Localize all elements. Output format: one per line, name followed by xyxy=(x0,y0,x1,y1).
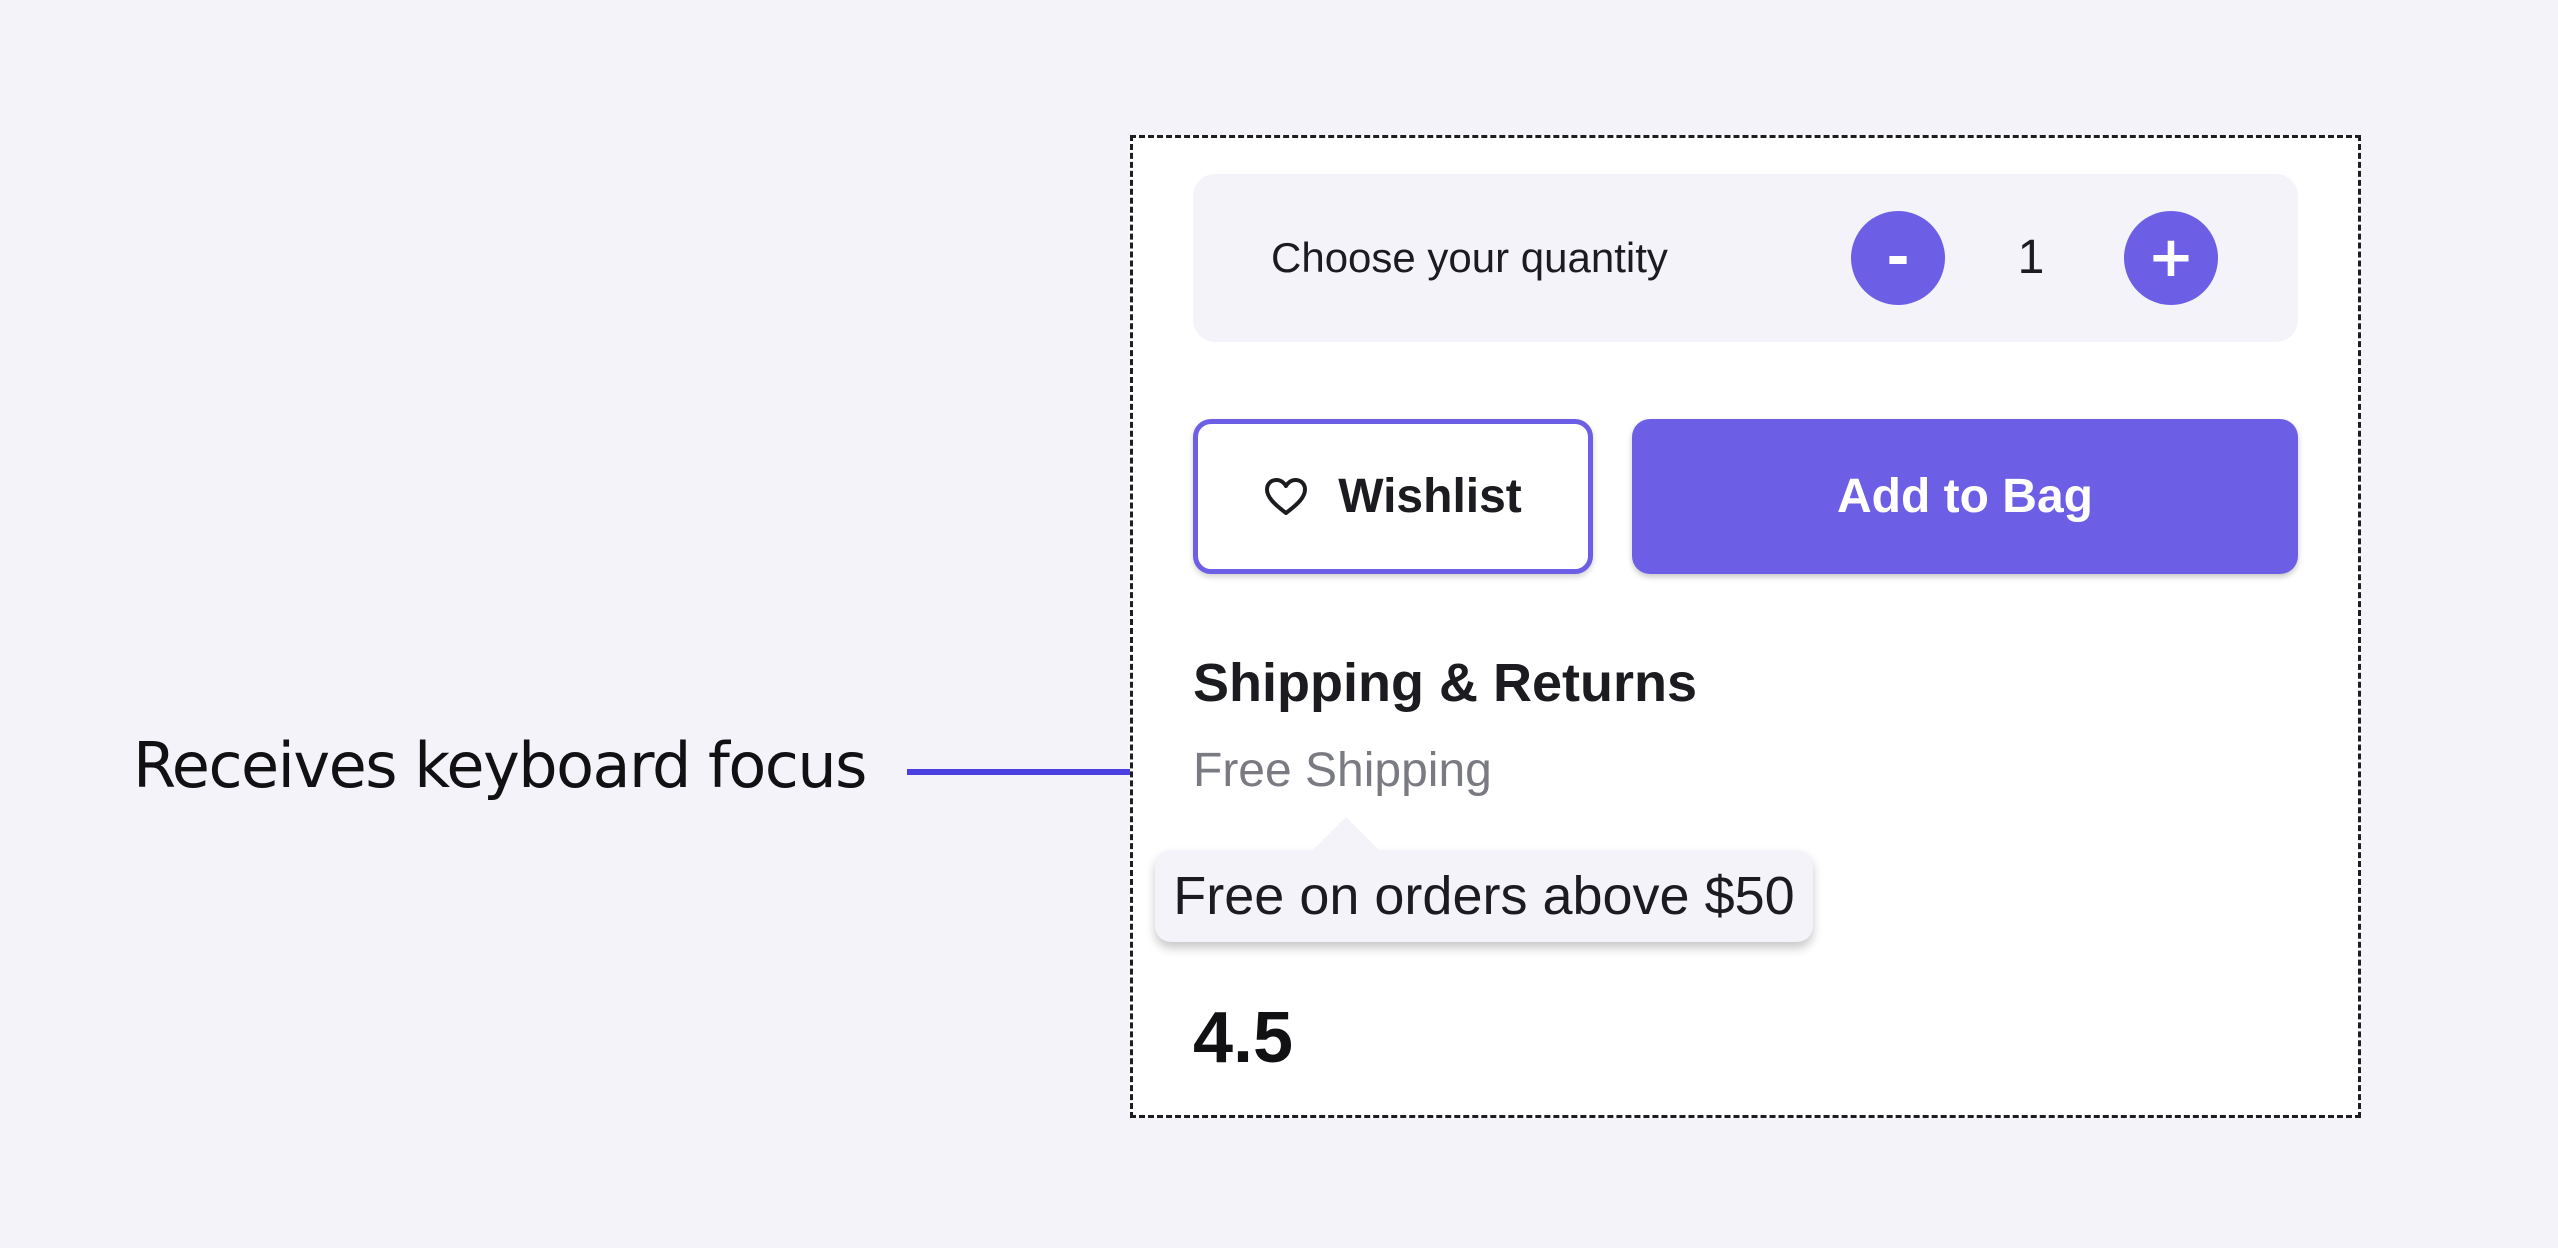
tooltip-text: Free on orders above $50 xyxy=(1173,866,1795,926)
rating-value: 4.5 xyxy=(1193,998,1294,1078)
quantity-label: Choose your quantity xyxy=(1271,234,1668,281)
quantity-value: 1 xyxy=(2017,231,2045,284)
wishlist-button[interactable]: Wishlist xyxy=(1193,419,1593,574)
decrement-quantity-button[interactable]: - xyxy=(1851,211,1945,305)
shipping-tooltip: Free on orders above $50 xyxy=(1155,850,1813,942)
annotation-label: Receives keyboard focus xyxy=(133,729,867,802)
free-shipping-link[interactable]: Free Shipping xyxy=(1193,737,1492,805)
tooltip-caret xyxy=(1312,817,1380,851)
add-to-bag-button[interactable]: Add to Bag xyxy=(1632,419,2298,574)
add-to-bag-label: Add to Bag xyxy=(1837,470,2093,523)
wishlist-label: Wishlist xyxy=(1338,470,1522,523)
increment-quantity-button[interactable]: + xyxy=(2124,211,2218,305)
shipping-returns-heading: Shipping & Returns xyxy=(1193,653,1697,713)
quantity-selector: Choose your quantity - 1 + xyxy=(1193,174,2298,342)
heart-icon xyxy=(1265,477,1308,515)
